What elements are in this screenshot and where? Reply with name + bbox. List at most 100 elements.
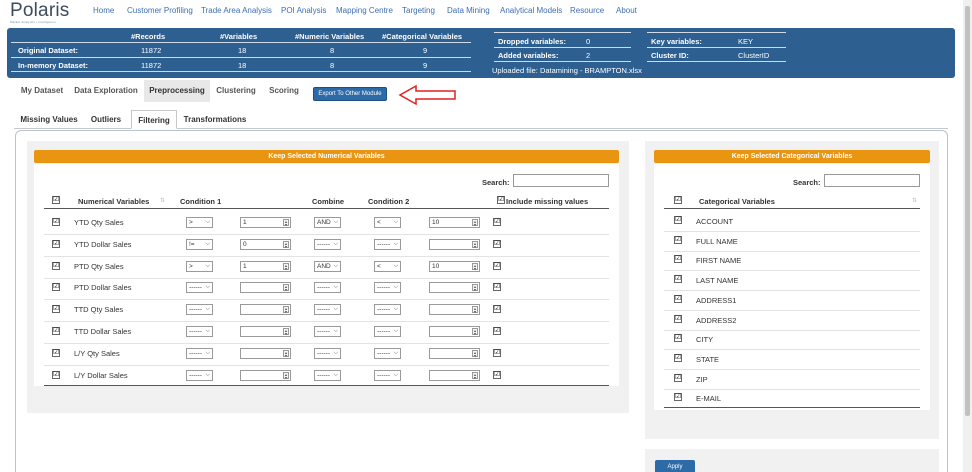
combine-select[interactable]: ------ ⌵ — [314, 326, 341, 337]
row-select-checkbox[interactable]: ☑ — [52, 262, 60, 270]
include-missing-checkbox[interactable]: ☑ — [493, 262, 501, 270]
include-missing-checkbox[interactable]: ☑ — [493, 240, 501, 248]
row-select-checkbox[interactable]: ☑ — [52, 305, 60, 313]
row-select-checkbox[interactable]: ☑ — [52, 327, 60, 335]
nav-data-mining[interactable]: Data Mining — [447, 6, 490, 15]
subtab-transformations[interactable]: Transformations — [180, 110, 250, 129]
condition-2-value-input[interactable]: 10 ▴ ▾ — [429, 217, 480, 228]
numerical-select-all-checkbox[interactable]: ☑ — [52, 196, 60, 204]
stepper-icon[interactable]: ▴ ▾ — [472, 284, 478, 292]
stepper-icon[interactable]: ▴ ▾ — [283, 372, 289, 380]
condition-1-operator-select[interactable]: ------ ⌵ — [186, 304, 213, 315]
condition-1-operator-select[interactable]: ------ ⌵ — [186, 282, 213, 293]
sort-icon[interactable]: ⇅ — [160, 197, 165, 204]
nav-mapping-centre[interactable]: Mapping Centre — [336, 6, 393, 15]
nav-customer-profiling[interactable]: Customer Profiling — [127, 6, 193, 15]
categorical-select-all-checkbox[interactable]: ☑ — [674, 196, 682, 204]
combine-select[interactable]: AND ⌵ — [314, 261, 341, 272]
condition-1-value-input[interactable]: ▴ ▾ — [240, 304, 291, 315]
combine-select[interactable]: ------ ⌵ — [314, 304, 341, 315]
stepper-icon[interactable]: ▴ ▾ — [283, 284, 289, 292]
combine-select[interactable]: ------ ⌵ — [314, 239, 341, 250]
include-missing-checkbox[interactable]: ☑ — [493, 327, 501, 335]
nav-targeting[interactable]: Targeting — [402, 6, 435, 15]
categorical-row-checkbox[interactable]: ☑ — [674, 374, 682, 382]
stepper-icon[interactable]: ▴ ▾ — [283, 219, 289, 227]
condition-1-value-input[interactable]: ▴ ▾ — [240, 326, 291, 337]
condition-2-operator-select[interactable]: ------ ⌵ — [374, 282, 401, 293]
categorical-row-checkbox[interactable]: ☑ — [674, 334, 682, 342]
row-select-checkbox[interactable]: ☑ — [52, 218, 60, 226]
page-scrollbar-thumb[interactable] — [965, 6, 970, 416]
categorical-row-checkbox[interactable]: ☑ — [674, 275, 682, 283]
categorical-row-checkbox[interactable]: ☑ — [674, 255, 682, 263]
tab-preprocessing[interactable]: Preprocessing — [144, 80, 210, 102]
condition-2-value-input[interactable]: ▴ ▾ — [429, 282, 480, 293]
row-select-checkbox[interactable]: ☑ — [52, 371, 60, 379]
include-missing-checkbox[interactable]: ☑ — [493, 283, 501, 291]
condition-2-value-input[interactable]: ▴ ▾ — [429, 326, 480, 337]
combine-select[interactable]: ------ ⌵ — [314, 348, 341, 359]
include-missing-checkbox[interactable]: ☑ — [493, 349, 501, 357]
condition-2-operator-select[interactable]: ------ ⌵ — [374, 348, 401, 359]
stepper-icon[interactable]: ▴ ▾ — [283, 328, 289, 336]
categorical-row-checkbox[interactable]: ☑ — [674, 393, 682, 401]
subtab-filtering[interactable]: Filtering — [131, 110, 177, 129]
stepper-icon[interactable]: ▴ ▾ — [472, 350, 478, 358]
nav-about[interactable]: About — [616, 6, 637, 15]
condition-1-value-input[interactable]: ▴ ▾ — [240, 348, 291, 359]
combine-select[interactable]: ------ ⌵ — [314, 282, 341, 293]
row-select-checkbox[interactable]: ☑ — [52, 283, 60, 291]
condition-2-operator-select[interactable]: < ⌵ — [374, 217, 401, 228]
stepper-icon[interactable]: ▴ ▾ — [472, 241, 478, 249]
condition-1-value-input[interactable]: 1 ▴ ▾ — [240, 217, 291, 228]
combine-select[interactable]: AND ⌵ — [314, 217, 341, 228]
row-select-checkbox[interactable]: ☑ — [52, 240, 60, 248]
subtab-missing-values[interactable]: Missing Values — [18, 110, 80, 129]
export-to-other-module-button[interactable]: Export To Other Module — [313, 87, 387, 101]
condition-2-value-input[interactable]: ▴ ▾ — [429, 348, 480, 359]
nav-resource[interactable]: Resource — [570, 6, 604, 15]
tab-my-dataset[interactable]: My Dataset — [16, 80, 68, 102]
nav-home[interactable]: Home — [93, 6, 114, 15]
polaris-logo[interactable]: Polaris Market Analytics • Intelligence — [7, 0, 69, 25]
stepper-icon[interactable]: ▴ ▾ — [283, 263, 289, 271]
condition-2-operator-select[interactable]: < ⌵ — [374, 261, 401, 272]
condition-1-value-input[interactable]: ▴ ▾ — [240, 370, 291, 381]
col-numerical-variables[interactable]: Numerical Variables — [78, 197, 149, 206]
row-select-checkbox[interactable]: ☑ — [52, 349, 60, 357]
condition-1-operator-select[interactable]: != ⌵ — [186, 239, 213, 250]
sort-icon[interactable]: ⇅ — [912, 197, 917, 204]
stepper-icon[interactable]: ▴ ▾ — [283, 241, 289, 249]
include-missing-checkbox[interactable]: ☑ — [493, 218, 501, 226]
include-missing-checkbox[interactable]: ☑ — [493, 371, 501, 379]
nav-analytical-models[interactable]: Analytical Models — [500, 6, 562, 15]
condition-2-value-input[interactable]: ▴ ▾ — [429, 239, 480, 250]
stepper-icon[interactable]: ▴ ▾ — [472, 372, 478, 380]
categorical-row-checkbox[interactable]: ☑ — [674, 295, 682, 303]
condition-1-operator-select[interactable]: ------ ⌵ — [186, 326, 213, 337]
condition-1-value-input[interactable]: ▴ ▾ — [240, 282, 291, 293]
condition-1-operator-select[interactable]: > ⌵ — [186, 261, 213, 272]
nav-trade-area-analysis[interactable]: Trade Area Analysis — [201, 6, 272, 15]
categorical-row-checkbox[interactable]: ☑ — [674, 315, 682, 323]
condition-1-operator-select[interactable]: ------ ⌵ — [186, 348, 213, 359]
condition-1-operator-select[interactable]: > ⌵ — [186, 217, 213, 228]
tab-data-exploration[interactable]: Data Exploration — [70, 80, 142, 102]
nav-poi-analysis[interactable]: POI Analysis — [281, 6, 326, 15]
tab-scoring[interactable]: Scoring — [264, 80, 304, 102]
subtab-outliers[interactable]: Outliers — [84, 110, 128, 129]
col-categorical-variables[interactable]: Categorical Variables — [699, 197, 775, 206]
stepper-icon[interactable]: ▴ ▾ — [472, 219, 478, 227]
tab-clustering[interactable]: Clustering — [212, 80, 260, 102]
combine-select[interactable]: ------ ⌵ — [314, 370, 341, 381]
categorical-row-checkbox[interactable]: ☑ — [674, 236, 682, 244]
condition-2-operator-select[interactable]: ------ ⌵ — [374, 370, 401, 381]
condition-1-operator-select[interactable]: ------ ⌵ — [186, 370, 213, 381]
stepper-icon[interactable]: ▴ ▾ — [283, 350, 289, 358]
stepper-icon[interactable]: ▴ ▾ — [472, 263, 478, 271]
apply-button[interactable]: Apply — [655, 460, 695, 472]
condition-2-operator-select[interactable]: ------ ⌵ — [374, 326, 401, 337]
condition-2-value-input[interactable]: ▴ ▾ — [429, 304, 480, 315]
stepper-icon[interactable]: ▴ ▾ — [283, 306, 289, 314]
